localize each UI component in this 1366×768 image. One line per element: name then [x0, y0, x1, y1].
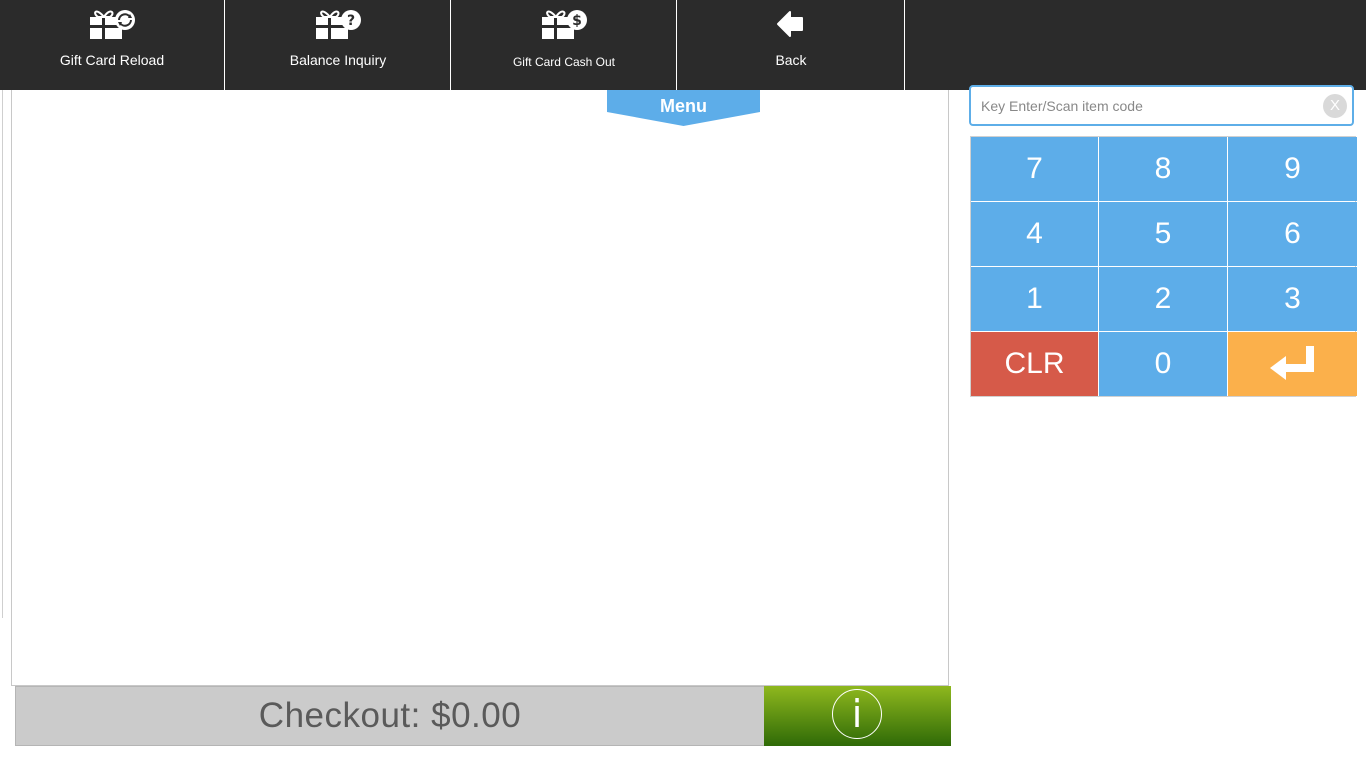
key-4[interactable]: 4 [971, 202, 1098, 266]
left-divider [2, 90, 3, 618]
item-code-input[interactable] [981, 95, 1311, 117]
checkout-button[interactable]: Checkout: $0.00 [15, 686, 765, 746]
key-2[interactable]: 2 [1099, 267, 1227, 331]
key-8[interactable]: 8 [1099, 137, 1227, 201]
key-0[interactable]: 0 [1099, 332, 1227, 396]
clear-search-button[interactable]: X [1323, 94, 1347, 118]
svg-text:?: ? [347, 13, 355, 29]
checkout-total: Checkout: $0.00 [258, 696, 522, 735]
back-arrow-icon [678, 7, 904, 41]
key-7[interactable]: 7 [971, 137, 1098, 201]
enter-arrow-icon [1269, 346, 1314, 380]
numeric-keypad: 7 8 9 4 5 6 1 2 3 CLR 0 [970, 136, 1357, 397]
balance-inquiry-label: Balance Inquiry [289, 52, 387, 68]
gift-card-dollar-icon: $ [452, 7, 676, 41]
info-button[interactable]: i [764, 686, 951, 746]
key-3[interactable]: 3 [1228, 267, 1357, 331]
gift-card-cash-out-button[interactable]: $ Gift Card Cash Out [452, 0, 677, 90]
item-code-search: X [969, 85, 1354, 126]
balance-inquiry-button[interactable]: ? Balance Inquiry [226, 0, 451, 90]
top-toolbar: Gift Card Reload ? Balance Inquiry $ Gif… [0, 0, 1366, 90]
key-9[interactable]: 9 [1228, 137, 1357, 201]
back-button[interactable]: Back [678, 0, 905, 90]
svg-text:$: $ [572, 13, 582, 29]
gift-card-reload-label: Gift Card Reload [59, 52, 165, 68]
gift-card-question-icon: ? [226, 7, 450, 41]
back-label: Back [775, 52, 807, 68]
info-icon: i [832, 689, 882, 739]
enter-key[interactable] [1228, 332, 1357, 396]
menu-label: Menu [660, 96, 707, 116]
menu-tab[interactable]: Menu [607, 90, 760, 127]
gift-card-reload-icon [0, 7, 224, 41]
key-5[interactable]: 5 [1099, 202, 1227, 266]
order-panel [11, 90, 949, 686]
gift-card-reload-button[interactable]: Gift Card Reload [0, 0, 225, 90]
gift-card-cash-out-label: Gift Card Cash Out [512, 55, 616, 69]
key-1[interactable]: 1 [971, 267, 1098, 331]
clear-key[interactable]: CLR [971, 332, 1098, 396]
key-6[interactable]: 6 [1228, 202, 1357, 266]
